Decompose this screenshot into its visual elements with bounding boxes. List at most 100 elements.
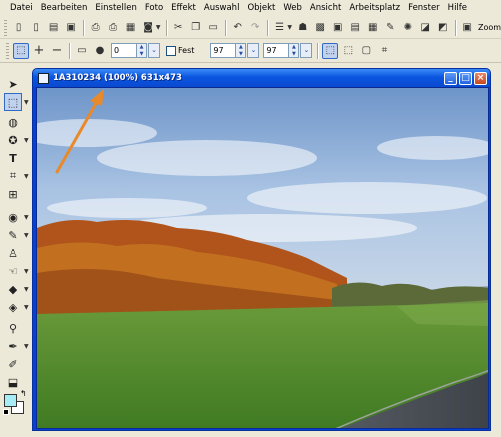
pen-tool-icon[interactable]: ✐ <box>4 355 22 373</box>
print-preview-icon[interactable]: ⎙ <box>105 20 121 36</box>
chevron-down-icon[interactable]: ⌄ <box>300 43 313 58</box>
chevron-down-icon[interactable]: ⌄ <box>247 43 260 58</box>
arrow-tool-icon[interactable]: ➤ <box>4 75 22 93</box>
tool-dropdown-icon[interactable]: ▼ <box>24 286 29 293</box>
menu-objekt[interactable]: Objekt <box>243 1 279 16</box>
frame-icon[interactable]: ▣ <box>330 20 346 36</box>
feather-stepper[interactable]: ▲▼ ⌄ <box>111 43 160 58</box>
spin-down-icon[interactable]: ▼ <box>236 51 245 58</box>
magic-wand-icon[interactable]: ✪ <box>4 131 22 149</box>
rectangle-shape-icon[interactable]: ▭ <box>74 43 90 59</box>
cut-icon[interactable]: ✂ <box>170 20 186 36</box>
adjust-dropdown-icon[interactable]: ▼ <box>287 24 292 31</box>
smudge-tool-icon[interactable]: ☜ <box>4 262 22 280</box>
camera-dropdown-icon[interactable]: ▼ <box>156 24 161 31</box>
save-icon[interactable]: ▣ <box>63 20 79 36</box>
tool-dropdown-icon[interactable]: ▼ <box>24 137 29 144</box>
screenshot-icon[interactable]: ▣ <box>460 20 476 36</box>
selection-mode-icon[interactable]: ⬚ <box>13 42 29 59</box>
tool-dropdown-icon[interactable]: ▼ <box>24 232 29 239</box>
brightness-icon[interactable]: ✺ <box>400 20 416 36</box>
width-spin-arrows[interactable]: ▲ ▼ <box>236 43 247 58</box>
menu-foto[interactable]: Foto <box>141 1 167 16</box>
toolbar-separator <box>317 42 319 59</box>
print-icon[interactable]: ⎙ <box>88 20 104 36</box>
spin-down-icon[interactable]: ▼ <box>289 51 298 58</box>
lasso-tool-icon[interactable]: ◍ <box>4 113 22 131</box>
menu-bearbeiten[interactable]: Bearbeiten <box>37 1 92 16</box>
color-picker-icon[interactable]: ✎ <box>383 20 399 36</box>
new-from-icon[interactable]: ▯ <box>28 20 44 36</box>
toolbar-grip[interactable] <box>4 19 7 36</box>
spin-down-icon[interactable]: ▼ <box>137 51 146 58</box>
feather-input[interactable] <box>111 43 137 58</box>
red-eye-tool-icon[interactable]: ◉ <box>4 208 22 226</box>
gallery-icon[interactable]: ▤ <box>348 20 364 36</box>
brush-tool-icon[interactable]: ✎ <box>4 226 22 244</box>
copy-icon[interactable]: ❐ <box>188 20 204 36</box>
crop-selection-icon[interactable]: ⌗ <box>376 43 392 59</box>
tool-dropdown-icon[interactable]: ▼ <box>24 304 29 311</box>
text-tool-icon[interactable]: T <box>4 149 22 167</box>
chevron-down-icon[interactable]: ⌄ <box>148 43 160 58</box>
eraser-tool-icon[interactable]: ◆ <box>4 280 22 298</box>
crop-icon[interactable]: ◪ <box>418 20 434 36</box>
zoom-label[interactable]: Zoom <box>478 23 501 32</box>
foreground-color-swatch[interactable] <box>4 394 17 407</box>
redo-icon[interactable]: ↷ <box>247 20 263 36</box>
clone-stamp-icon[interactable]: ♙ <box>4 244 22 262</box>
menu-web[interactable]: Web <box>279 1 306 16</box>
selection-tool-icon[interactable]: ⬚ <box>4 93 22 111</box>
invert-selection-icon[interactable]: ▢ <box>358 43 374 59</box>
undo-icon[interactable]: ↶ <box>230 20 246 36</box>
height-input[interactable] <box>263 43 290 58</box>
menu-fenster[interactable]: Fenster <box>404 1 444 16</box>
width-stepper[interactable]: ▲▼ ⌄ <box>210 43 260 58</box>
swap-colors-icon[interactable]: ↰ <box>20 389 27 398</box>
maximize-button[interactable]: □ <box>459 71 472 85</box>
menu-auswahl[interactable]: Auswahl <box>200 1 244 16</box>
select-all-icon[interactable]: ⬚ <box>322 42 339 59</box>
menu-effekt[interactable]: Effekt <box>167 1 200 16</box>
subtract-selection-icon[interactable]: − <box>49 43 65 59</box>
feather-spin-arrows[interactable]: ▲ ▼ <box>137 43 147 58</box>
adjust-icon[interactable]: ☰ <box>272 20 288 36</box>
menu-einstellen[interactable]: Einstellen <box>91 1 140 16</box>
zoom-tool-icon[interactable]: ⚲ <box>4 319 22 337</box>
fill-tool-icon[interactable]: ◈ <box>4 298 22 316</box>
menu-datei[interactable]: Datei <box>6 1 37 16</box>
straighten-tool-icon[interactable]: ⊞ <box>4 185 22 203</box>
tool-dropdown-icon[interactable]: ▼ <box>24 99 29 106</box>
minimize-button[interactable]: _ <box>444 71 457 85</box>
height-stepper[interactable]: ▲▼ ⌄ <box>263 43 313 58</box>
tool-dropdown-icon[interactable]: ▼ <box>24 268 29 275</box>
deselect-icon[interactable]: ⬚ <box>340 43 356 59</box>
scan-icon[interactable]: ▦ <box>123 20 139 36</box>
add-selection-icon[interactable]: + <box>31 43 47 59</box>
tool-dropdown-icon[interactable]: ▼ <box>24 173 29 180</box>
image-canvas[interactable] <box>36 87 489 429</box>
width-input[interactable] <box>210 43 237 58</box>
toolbar-grip[interactable] <box>6 42 9 59</box>
export-icon[interactable]: ▦ <box>365 20 381 36</box>
eyedropper-tool-icon[interactable]: ✒ <box>4 337 22 355</box>
menu-ansicht[interactable]: Ansicht <box>306 1 345 16</box>
open-icon[interactable]: ▤ <box>46 20 62 36</box>
wizard-icon[interactable]: ☗ <box>295 20 311 36</box>
close-button[interactable]: × <box>474 71 487 85</box>
image-icon[interactable]: ▩ <box>313 20 329 36</box>
menu-hilfe[interactable]: Hilfe <box>444 1 471 16</box>
paste-icon[interactable]: ▭ <box>205 20 221 36</box>
new-file-icon[interactable]: ▯ <box>11 20 27 36</box>
resize-icon[interactable]: ◩ <box>435 20 451 36</box>
reset-colors-icon[interactable] <box>3 409 9 415</box>
document-titlebar[interactable]: 1A310234 (100%) 631x473 _ □ × <box>33 69 490 87</box>
tool-dropdown-icon[interactable]: ▼ <box>24 343 29 350</box>
crop-tool-icon[interactable]: ⌗ <box>4 167 22 185</box>
fixed-checkbox[interactable] <box>166 45 176 56</box>
tool-dropdown-icon[interactable]: ▼ <box>24 214 29 221</box>
camera-icon[interactable]: ◙ <box>140 20 156 36</box>
height-spin-arrows[interactable]: ▲ ▼ <box>289 43 300 58</box>
menu-arbeitsplatz[interactable]: Arbeitsplatz <box>345 1 404 16</box>
antialias-icon[interactable]: ● <box>92 43 108 59</box>
